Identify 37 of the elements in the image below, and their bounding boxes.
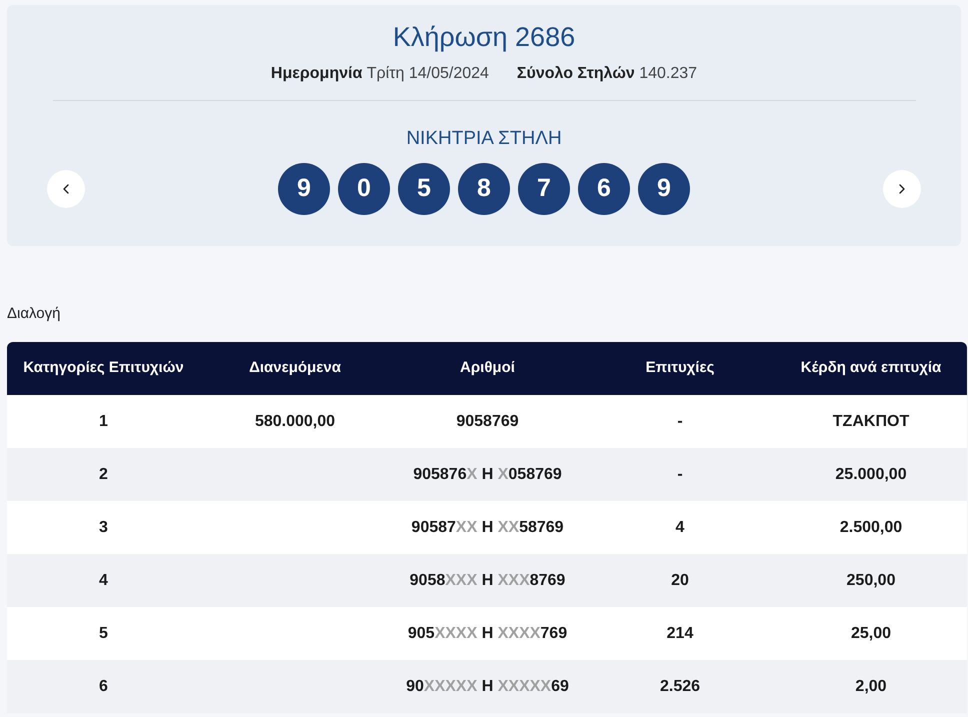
table-cell-text: 580.000,00 [254, 412, 336, 432]
table-cell-text: 250,00 [846, 570, 896, 590]
draw-title: Κλήρωση 2686 [392, 21, 576, 53]
previous-button[interactable] [47, 170, 85, 208]
total-columns: Σύνολο Στηλών 140.237 [516, 64, 698, 84]
table-cell-text: - [677, 412, 683, 432]
table-cell-text: 5 [99, 624, 108, 644]
table-cell-text: 25,00 [850, 624, 892, 644]
table-cell-text: 9058769 [456, 412, 519, 432]
table-cell-text: 1 [99, 412, 108, 432]
winning-label: ΝΙΚΗΤΡΙΑ ΣΤΗΛΗ [406, 127, 562, 151]
table-cell-text: 2 [99, 464, 108, 484]
table-cell-text: 4 [676, 518, 684, 538]
table-cell-text: 3 [99, 518, 108, 538]
draw-date: Ημερομηνία Τρίτη 14/05/2024 [270, 64, 489, 84]
table-cell-text: 9058XXX Η XXX8769 [410, 570, 566, 590]
column-header: Επιτυχίες [646, 358, 714, 378]
table-cell-text: 20 [671, 570, 689, 590]
table-cell-text: 90XXXXX Η XXXXX69 [406, 676, 569, 696]
table-cell-text: 905XXXX Η XXXX769 [408, 624, 568, 644]
table-cell-text: 90587XX Η XX58769 [411, 518, 564, 538]
column-header: Κέρδη ανά επιτυχία [800, 358, 942, 378]
table-cell-text: ΤΖΑΚΠΟΤ [832, 412, 910, 432]
column-header: Αριθμοί [460, 358, 515, 378]
table-cell-text: 2.500,00 [840, 518, 902, 538]
table-cell-text: 2,00 [855, 676, 887, 696]
table-cell-text: 2.526 [660, 676, 700, 696]
section-label: Διαλογή [7, 304, 60, 324]
column-header: Διανεμόμενα [249, 358, 341, 378]
table-cell-text: - [677, 464, 683, 484]
table-cell-text: 214 [666, 624, 694, 644]
table-cell-text: 905876X Η X058769 [413, 464, 562, 484]
column-header: Κατηγορίες Επιτυχιών [23, 358, 184, 378]
table-cell-text: 25.000,00 [835, 464, 907, 484]
table-cell-text: 6 [99, 676, 108, 696]
table-cell-text: 4 [99, 570, 108, 590]
next-button[interactable] [883, 170, 921, 208]
